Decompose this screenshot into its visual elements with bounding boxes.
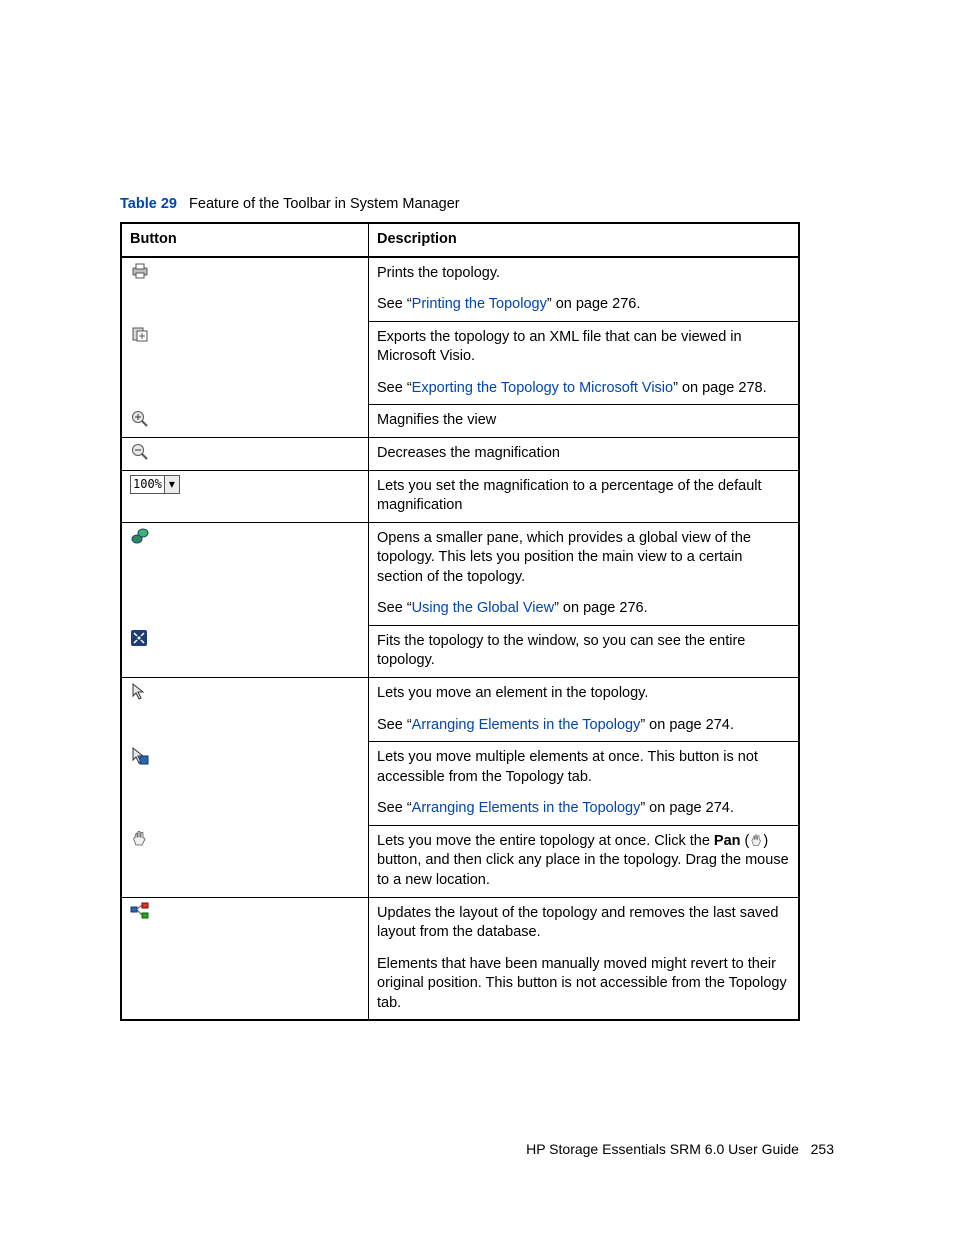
table-row: Decreases the magnification (121, 437, 799, 470)
table-row: Lets you move an element in the topology… (121, 678, 799, 710)
fit-window-icon (121, 625, 369, 677)
footer-page: 253 (811, 1141, 834, 1157)
zoom-out-icon (121, 437, 369, 470)
zoom-in-icon (121, 405, 369, 438)
global-view-icon (121, 522, 369, 625)
desc-text: See “Arranging Elements in the Topology”… (369, 710, 800, 742)
header-row: Button Description (121, 223, 799, 257)
table-row: Updates the layout of the topology and r… (121, 897, 799, 949)
table-row: Opens a smaller pane, which provides a g… (121, 522, 799, 593)
header-description: Description (369, 223, 800, 257)
desc-text: Elements that have been manually moved m… (369, 949, 800, 1021)
desc-text: Exports the topology to an XML file that… (369, 321, 800, 373)
table-row: Lets you move multiple elements at once.… (121, 742, 799, 794)
desc-text: Updates the layout of the topology and r… (369, 897, 800, 949)
table-row: Exports the topology to an XML file that… (121, 321, 799, 373)
table-row: Prints the topology. (121, 257, 799, 290)
link-arranging-elements[interactable]: Arranging Elements in the Topology (412, 717, 641, 733)
table-row: 100% ▾ Lets you set the magnification to… (121, 470, 799, 522)
desc-text: Magnifies the view (369, 405, 800, 438)
link-arranging-elements[interactable]: Arranging Elements in the Topology (412, 800, 641, 816)
desc-text: Lets you move an element in the topology… (369, 678, 800, 710)
table-caption: Table 29 Feature of the Toolbar in Syste… (120, 196, 834, 212)
desc-text: Decreases the magnification (369, 437, 800, 470)
desc-text: See “Arranging Elements in the Topology”… (369, 793, 800, 825)
desc-text: See “Printing the Topology” on page 276. (369, 289, 800, 321)
table-row: Fits the topology to the window, so you … (121, 625, 799, 677)
zoom-value: 100% (131, 476, 164, 493)
desc-text: See “Exporting the Topology to Microsoft… (369, 373, 800, 405)
desc-text: Lets you move the entire topology at onc… (369, 825, 800, 897)
pan-bold: Pan (714, 833, 741, 849)
table-title: Feature of the Toolbar in System Manager (189, 196, 460, 212)
header-button: Button (121, 223, 369, 257)
desc-text: Opens a smaller pane, which provides a g… (369, 522, 800, 593)
zoom-percent-control: 100% ▾ (121, 470, 369, 522)
desc-text: Fits the topology to the window, so you … (369, 625, 800, 677)
update-layout-icon (121, 897, 369, 1020)
move-multi-icon (121, 742, 369, 826)
print-icon (121, 257, 369, 322)
pan-icon (121, 825, 369, 897)
desc-text: Prints the topology. (369, 257, 800, 290)
desc-text: Lets you move multiple elements at once.… (369, 742, 800, 794)
move-element-icon (121, 678, 369, 742)
desc-text: See “Using the Global View” on page 276. (369, 593, 800, 625)
link-global-view[interactable]: Using the Global View (412, 600, 554, 616)
desc-text: Lets you set the magnification to a perc… (369, 470, 800, 522)
feature-table: Button Description Prints the topology. (120, 222, 800, 1021)
export-icon (121, 321, 369, 405)
table-row: Lets you move the entire topology at onc… (121, 825, 799, 897)
footer-title: HP Storage Essentials SRM 6.0 User Guide (526, 1141, 799, 1157)
table-number: Table 29 (120, 196, 177, 212)
page: Table 29 Feature of the Toolbar in Syste… (0, 0, 954, 1157)
table-row: Magnifies the view (121, 405, 799, 438)
link-printing-topology[interactable]: Printing the Topology (412, 296, 547, 312)
link-export-visio[interactable]: Exporting the Topology to Microsoft Visi… (412, 380, 673, 396)
page-footer: HP Storage Essentials SRM 6.0 User Guide… (120, 1141, 834, 1157)
zoom-dropdown-button: ▾ (164, 476, 179, 493)
